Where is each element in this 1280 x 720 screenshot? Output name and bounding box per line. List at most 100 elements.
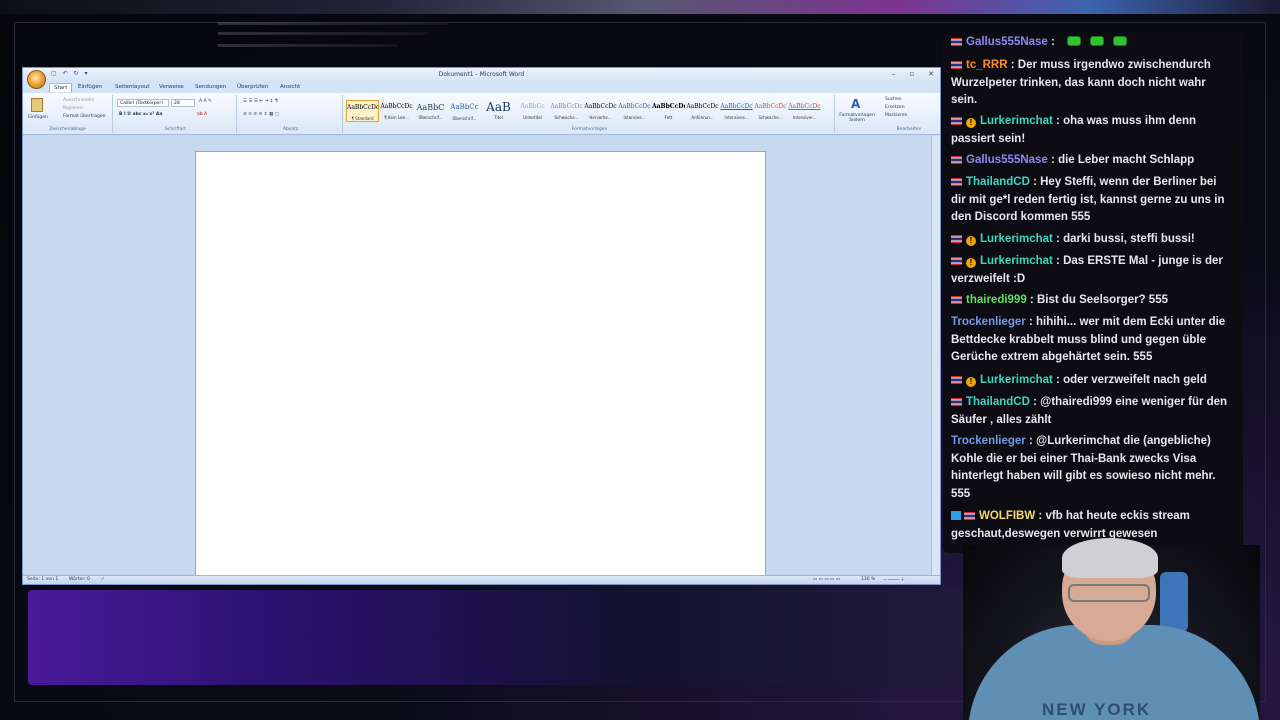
view-buttons[interactable]: ▭ ▭ ▭ ▭ ▭ (813, 577, 840, 582)
flag-icon (951, 235, 962, 243)
chat-panel: Gallus555Nase : tc_RRR : Der muss irgend… (943, 33, 1243, 553)
list-buttons[interactable]: ☰ ☰ ☰ ⇤ ⇥ ↕ ¶ (243, 99, 278, 104)
minimize-icon[interactable]: – (892, 70, 896, 78)
font-name-box[interactable]: Calibri (Textkörper) (117, 99, 169, 107)
tab-start[interactable]: Start (49, 83, 73, 92)
emote-icon (1067, 36, 1082, 46)
chat-message: thairedi999 : Bist du Seelsorger? 555 (951, 292, 1231, 310)
zoom-level[interactable]: 130 % (861, 577, 875, 582)
paste-icon[interactable] (31, 98, 43, 112)
styles-group: AaBbCcDc ¶ Standard AaBbCcDc ¶ Kein Lee...… (345, 95, 835, 133)
chat-separator: : (1035, 510, 1046, 522)
style-tile[interactable]: AaBbCcDc Fett (652, 100, 685, 122)
emote-icon (1113, 36, 1128, 46)
chat-separator: : (1025, 316, 1037, 328)
format-buttons[interactable]: B I U abc x₂ x² Aa (119, 112, 162, 117)
flag-icon (951, 376, 962, 384)
close-icon[interactable]: ✕ (928, 70, 934, 78)
chat-username[interactable]: Trockenlieger (951, 435, 1026, 447)
chat-username[interactable]: Lurkerimchat (980, 115, 1053, 127)
copy-button[interactable]: Kopieren (63, 106, 83, 111)
zoom-slider[interactable]: − ──── ＋ (883, 577, 905, 583)
chat-username[interactable]: Lurkerimchat (980, 255, 1053, 267)
select-button[interactable]: Markieren (885, 113, 908, 118)
chat-message: Gallus555Nase : die Leber macht Schlapp (951, 152, 1231, 170)
group-label: Formatvorlagen (571, 127, 608, 132)
flag-icon (951, 38, 962, 46)
style-tile[interactable]: AaBbCcDc Intensiver... (788, 100, 821, 122)
document-page[interactable] (195, 151, 766, 581)
chat-separator: : (1047, 36, 1059, 48)
vip-badge-icon (951, 511, 961, 520)
chat-text: oder verzweifelt nach geld (1063, 374, 1207, 386)
maximize-icon[interactable]: ▫ (909, 70, 914, 78)
chat-username[interactable]: tc_RRR (966, 59, 1008, 71)
change-styles-button[interactable]: Formatvorlagen ändern (835, 113, 879, 123)
chat-message: Gallus555Nase : (951, 34, 1231, 52)
font-group: Calibri (Textkörper) 28 A A ✎ B I U abc … (115, 95, 237, 133)
style-tile[interactable]: AaBbCcDc ¶ Standard (346, 100, 379, 122)
style-tile[interactable]: AaBbCc Untertitel (516, 100, 549, 122)
style-tile[interactable]: AaBbCcDc ¶ Kein Lee... (380, 100, 413, 122)
chat-message: ThailandCD : Hey Steffi, wenn der Berlin… (951, 174, 1231, 227)
chat-username[interactable]: Lurkerimchat (980, 374, 1053, 386)
office-button[interactable] (27, 70, 46, 89)
style-tile[interactable]: AaBbC Überschrif... (414, 100, 447, 122)
style-tile[interactable]: AaBbCcDc Intensives... (720, 100, 753, 122)
word-count[interactable]: Wörter: 0 (69, 577, 90, 582)
vertical-scrollbar[interactable] (931, 136, 940, 576)
chat-username[interactable]: WOLFIBW (979, 510, 1035, 522)
subscriber-badge-icon: ! (966, 258, 976, 268)
cut-button[interactable]: Ausschneiden (63, 98, 94, 103)
tab-review[interactable]: Überprüfen (237, 84, 268, 90)
replace-button[interactable]: Ersetzen (885, 105, 905, 110)
chat-username[interactable]: thairedi999 (966, 294, 1027, 306)
style-tile[interactable]: AaBbCcDc Intensive... (618, 100, 651, 122)
chat-username[interactable]: Gallus555Nase (966, 154, 1048, 166)
find-button[interactable]: Suchen (885, 97, 902, 102)
tab-references[interactable]: Verweise (159, 84, 184, 90)
tab-insert[interactable]: Einfügen (78, 84, 102, 90)
chat-separator: : (1052, 255, 1064, 267)
chat-username[interactable]: ThailandCD (966, 396, 1030, 408)
group-label: Bearbeiten (896, 127, 922, 132)
spellcheck-icon[interactable]: ✓ (101, 577, 105, 582)
flag-icon (951, 257, 962, 265)
flag-icon (951, 61, 962, 69)
style-tile[interactable]: AaBbCcDc Anführun... (686, 100, 719, 122)
style-tile[interactable]: AaBbCc Überschrif... (448, 100, 481, 122)
font-size-box[interactable]: 28 (171, 99, 195, 107)
style-tile[interactable]: AaBbCcDc Schwache... (754, 100, 787, 122)
chat-text: die Leber macht Schlapp (1058, 154, 1195, 166)
flag-icon (964, 512, 975, 520)
format-painter-button[interactable]: Format übertragen (63, 114, 105, 119)
paste-button[interactable]: Einfügen (28, 115, 48, 120)
chat-username[interactable]: Gallus555Nase (966, 36, 1048, 48)
stream-layout: ▢ ↶ ↻ ▾ Dokument1 - Microsoft Word – ▫ ✕… (0, 0, 1280, 720)
style-tile[interactable]: AaBbCcDc Schwache... (550, 100, 583, 122)
alignment-buttons[interactable]: ≡ ≡ ≡ ≡ ↕ ▦ ▢ (243, 112, 279, 117)
group-label: Zwischenablage (49, 127, 86, 132)
style-tile[interactable]: AaBbCcDc Hervorhe... (584, 100, 617, 122)
style-tile[interactable]: AaB Titel (482, 100, 515, 122)
page-count[interactable]: Seite: 1 von 1 (27, 577, 58, 582)
flag-icon (951, 178, 962, 186)
chat-message: ThailandCD : @thairedi999 eine weniger f… (951, 394, 1231, 429)
streak (218, 22, 448, 25)
font-color-icon[interactable]: ab A (197, 112, 207, 117)
chat-message: ! Lurkerimchat : oder verzweifelt nach ge… (951, 372, 1231, 390)
grow-shrink-font-icons[interactable]: A A ✎ (199, 99, 212, 104)
window-title: Dokument1 - Microsoft Word (438, 71, 525, 78)
word-window: ▢ ↶ ↻ ▾ Dokument1 - Microsoft Word – ▫ ✕… (22, 67, 941, 585)
change-styles-icon[interactable]: A (851, 97, 860, 111)
chat-text: Bist du Seelsorger? 555 (1036, 294, 1168, 306)
chat-username[interactable]: Trockenlieger (951, 316, 1026, 328)
tab-page-layout[interactable]: Seitenlayout (115, 84, 150, 90)
tab-view[interactable]: Ansicht (280, 84, 300, 90)
chat-message: tc_RRR : Der muss irgendwo zwischendurch… (951, 57, 1231, 110)
chat-username[interactable]: Lurkerimchat (980, 233, 1053, 245)
tab-mailings[interactable]: Sendungen (195, 84, 226, 90)
subscriber-badge-icon: ! (966, 118, 976, 128)
chat-username[interactable]: ThailandCD (966, 176, 1030, 188)
chat-separator: : (1025, 435, 1037, 447)
